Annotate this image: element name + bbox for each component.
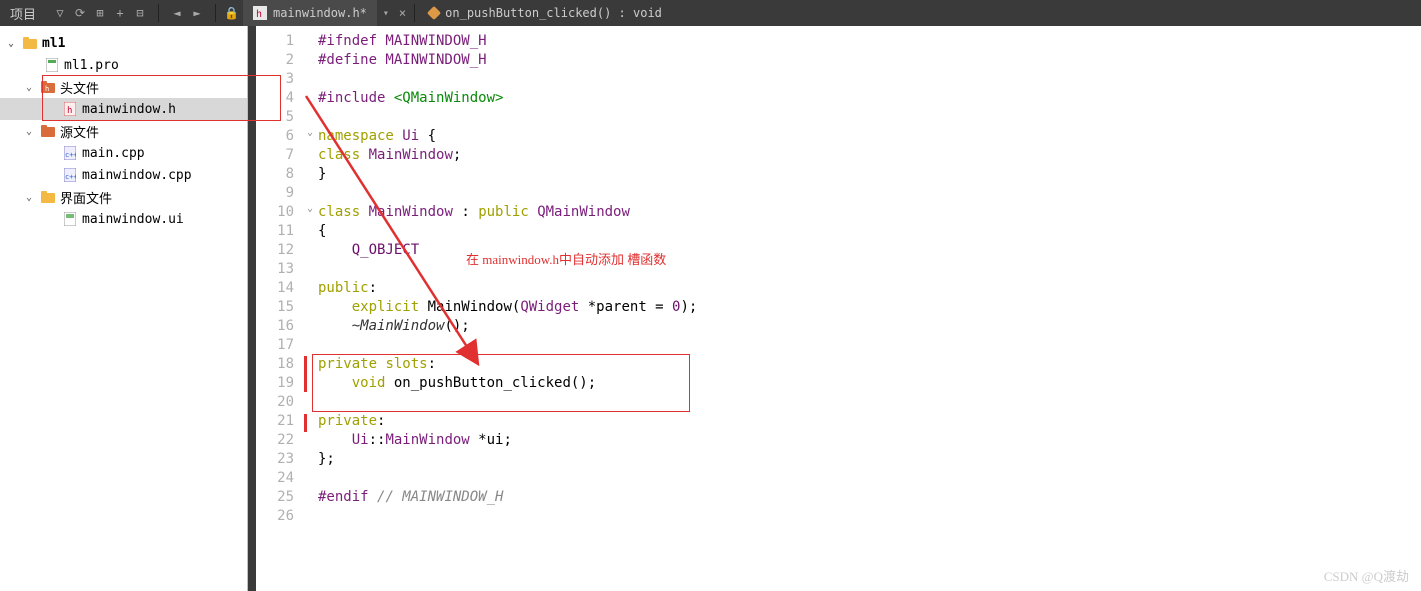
tree-item-mainwindow-ui[interactable]: mainwindow.ui — [0, 208, 247, 230]
editor-tab[interactable]: h mainwindow.h* — [243, 0, 377, 26]
code-area[interactable]: #ifndef MAINWINDOW_H#define MAINWINDOW_H… — [318, 26, 1421, 591]
tab-filename: mainwindow.h* — [273, 6, 367, 20]
gutter-strip — [248, 26, 256, 591]
top-toolbar: 项目 ▽ ⟳ ⊞ + ⊟ ◄ ► 🔒 h mainwindow.h* ▾ × o… — [0, 0, 1421, 26]
separator — [414, 4, 415, 22]
fold-column: ⌄⌄ — [302, 26, 318, 591]
tree-item-main-cpp[interactable]: c++ main.cpp — [0, 142, 247, 164]
function-icon — [427, 6, 441, 20]
separator — [215, 4, 216, 22]
line-marker — [304, 356, 307, 392]
nav-forward-icon[interactable]: ► — [189, 5, 205, 21]
project-icon — [22, 36, 38, 50]
tree-folder-forms[interactable]: ⌄ 界面文件 — [0, 186, 247, 208]
separator — [158, 4, 159, 22]
project-tree: ⌄ ml1 ml1.pro ⌄ h 头文件 h mainwindow.h ⌄ 源… — [0, 26, 248, 591]
chevron-down-icon[interactable]: ⌄ — [8, 38, 22, 49]
breadcrumb[interactable]: on_pushButton_clicked() : void — [419, 6, 672, 20]
split-icon[interactable]: ⊟ — [132, 5, 148, 21]
nav-group: ◄ ► — [163, 5, 211, 21]
tree-item-mainwindow-cpp[interactable]: c++ mainwindow.cpp — [0, 164, 247, 186]
tree-label: mainwindow.cpp — [82, 168, 192, 183]
svg-text:h: h — [256, 9, 262, 20]
toolbar-icon-group: ▽ ⟳ ⊞ + ⊟ — [46, 5, 154, 21]
folder-icon — [40, 190, 56, 204]
add-icon[interactable]: + — [112, 5, 128, 21]
svg-text:h: h — [45, 85, 49, 93]
tab-dropdown-icon[interactable]: ▾ — [377, 8, 395, 19]
header-file-icon: h — [62, 102, 78, 116]
panel-title: 项目 — [0, 4, 46, 23]
tree-label: ml1.pro — [64, 58, 119, 73]
tree-label: main.cpp — [82, 146, 145, 161]
chevron-down-icon[interactable]: ⌄ — [26, 82, 40, 93]
chevron-down-icon[interactable]: ⌄ — [26, 192, 40, 203]
tree-item-mainwindow-h[interactable]: h mainwindow.h — [0, 98, 247, 120]
cpp-file-icon: c++ — [62, 168, 78, 182]
tree-folder-headers[interactable]: ⌄ h 头文件 — [0, 76, 247, 98]
layout-icon[interactable]: ⊞ — [92, 5, 108, 21]
tree-label: 界面文件 — [60, 188, 112, 207]
folder-icon: h — [40, 80, 56, 94]
line-marker — [304, 414, 307, 432]
breadcrumb-function: on_pushButton_clicked() : void — [445, 6, 662, 20]
tree-label: mainwindow.h — [82, 102, 176, 117]
chevron-down-icon[interactable]: ⌄ — [26, 126, 40, 137]
annotation-text: 在 mainwindow.h中自动添加 槽函数 — [466, 249, 666, 268]
folder-icon — [40, 124, 56, 138]
ui-file-icon — [62, 212, 78, 226]
pro-file-icon — [44, 58, 60, 72]
tree-label: mainwindow.ui — [82, 212, 184, 227]
svg-text:c++: c++ — [65, 151, 76, 159]
nav-back-icon[interactable]: ◄ — [169, 5, 185, 21]
svg-text:c++: c++ — [65, 173, 76, 181]
tree-label: 头文件 — [60, 78, 99, 97]
svg-text:h: h — [67, 106, 72, 116]
tree-folder-sources[interactable]: ⌄ 源文件 — [0, 120, 247, 142]
sync-icon[interactable]: ⟳ — [72, 5, 88, 21]
watermark: CSDN @Q渡劫 — [1324, 566, 1409, 585]
line-number-gutter: 1234567891011121314151617181920212223242… — [256, 26, 302, 591]
code-editor[interactable]: 1234567891011121314151617181920212223242… — [256, 26, 1421, 591]
tree-label: ml1 — [42, 36, 65, 51]
tab-close-icon[interactable]: × — [395, 6, 410, 20]
filter-icon[interactable]: ▽ — [52, 5, 68, 21]
cpp-file-icon: c++ — [62, 146, 78, 160]
tree-root[interactable]: ⌄ ml1 — [0, 32, 247, 54]
lock-icon[interactable]: 🔒 — [220, 6, 243, 20]
tree-item-pro[interactable]: ml1.pro — [0, 54, 247, 76]
tree-label: 源文件 — [60, 122, 99, 141]
header-file-icon: h — [253, 6, 267, 20]
